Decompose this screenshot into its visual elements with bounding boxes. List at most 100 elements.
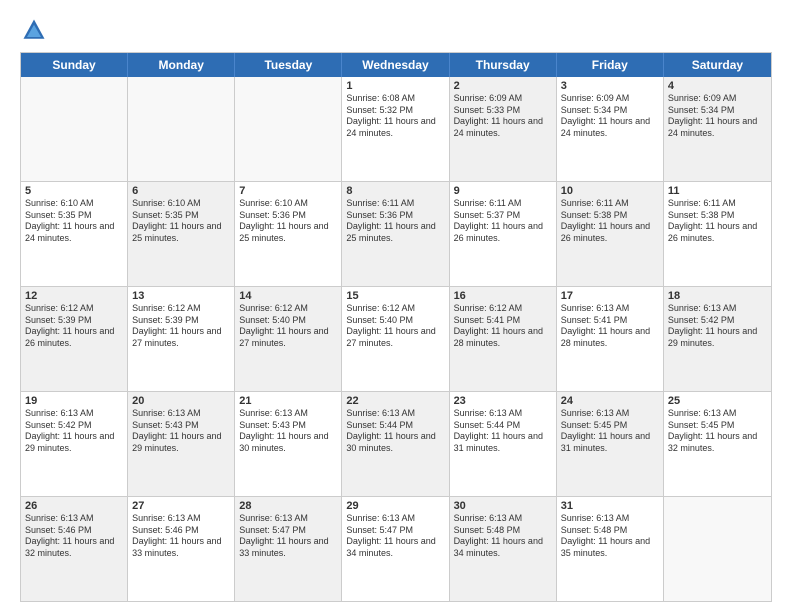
day-number: 15: [346, 290, 444, 302]
day-info: Sunrise: 6:12 AM Sunset: 5:39 PM Dayligh…: [132, 303, 230, 350]
day-info: Sunrise: 6:13 AM Sunset: 5:41 PM Dayligh…: [561, 303, 659, 350]
page: SundayMondayTuesdayWednesdayThursdayFrid…: [0, 0, 792, 612]
day-number: 6: [132, 185, 230, 197]
day-number: 19: [25, 395, 123, 407]
calendar-cell: 30Sunrise: 6:13 AM Sunset: 5:48 PM Dayli…: [450, 497, 557, 601]
weekday-header: Wednesday: [342, 53, 449, 77]
calendar-cell: 3Sunrise: 6:09 AM Sunset: 5:34 PM Daylig…: [557, 77, 664, 181]
logo: [20, 16, 52, 44]
calendar-cell: 4Sunrise: 6:09 AM Sunset: 5:34 PM Daylig…: [664, 77, 771, 181]
day-info: Sunrise: 6:13 AM Sunset: 5:45 PM Dayligh…: [668, 408, 767, 455]
calendar-cell: 2Sunrise: 6:09 AM Sunset: 5:33 PM Daylig…: [450, 77, 557, 181]
day-info: Sunrise: 6:13 AM Sunset: 5:47 PM Dayligh…: [239, 513, 337, 560]
day-info: Sunrise: 6:12 AM Sunset: 5:40 PM Dayligh…: [239, 303, 337, 350]
calendar: SundayMondayTuesdayWednesdayThursdayFrid…: [20, 52, 772, 602]
weekday-header: Thursday: [450, 53, 557, 77]
day-number: 1: [346, 80, 444, 92]
header: [20, 16, 772, 44]
calendar-cell: 11Sunrise: 6:11 AM Sunset: 5:38 PM Dayli…: [664, 182, 771, 286]
day-number: 24: [561, 395, 659, 407]
day-number: 14: [239, 290, 337, 302]
calendar-row: 26Sunrise: 6:13 AM Sunset: 5:46 PM Dayli…: [21, 497, 771, 601]
day-number: 22: [346, 395, 444, 407]
calendar-cell: 18Sunrise: 6:13 AM Sunset: 5:42 PM Dayli…: [664, 287, 771, 391]
calendar-row: 1Sunrise: 6:08 AM Sunset: 5:32 PM Daylig…: [21, 77, 771, 182]
day-info: Sunrise: 6:08 AM Sunset: 5:32 PM Dayligh…: [346, 93, 444, 140]
weekday-header: Sunday: [21, 53, 128, 77]
calendar-cell: [235, 77, 342, 181]
day-number: 21: [239, 395, 337, 407]
calendar-cell: 23Sunrise: 6:13 AM Sunset: 5:44 PM Dayli…: [450, 392, 557, 496]
day-number: 29: [346, 500, 444, 512]
calendar-cell: 7Sunrise: 6:10 AM Sunset: 5:36 PM Daylig…: [235, 182, 342, 286]
day-info: Sunrise: 6:11 AM Sunset: 5:36 PM Dayligh…: [346, 198, 444, 245]
day-number: 12: [25, 290, 123, 302]
day-number: 28: [239, 500, 337, 512]
calendar-cell: 28Sunrise: 6:13 AM Sunset: 5:47 PM Dayli…: [235, 497, 342, 601]
day-number: 8: [346, 185, 444, 197]
calendar-cell: 27Sunrise: 6:13 AM Sunset: 5:46 PM Dayli…: [128, 497, 235, 601]
calendar-header: SundayMondayTuesdayWednesdayThursdayFrid…: [21, 53, 771, 77]
day-number: 16: [454, 290, 552, 302]
calendar-cell: 9Sunrise: 6:11 AM Sunset: 5:37 PM Daylig…: [450, 182, 557, 286]
day-info: Sunrise: 6:11 AM Sunset: 5:37 PM Dayligh…: [454, 198, 552, 245]
day-number: 23: [454, 395, 552, 407]
calendar-cell: 12Sunrise: 6:12 AM Sunset: 5:39 PM Dayli…: [21, 287, 128, 391]
calendar-row: 19Sunrise: 6:13 AM Sunset: 5:42 PM Dayli…: [21, 392, 771, 497]
calendar-cell: 26Sunrise: 6:13 AM Sunset: 5:46 PM Dayli…: [21, 497, 128, 601]
day-info: Sunrise: 6:13 AM Sunset: 5:44 PM Dayligh…: [346, 408, 444, 455]
day-number: 11: [668, 185, 767, 197]
day-number: 9: [454, 185, 552, 197]
calendar-cell: 15Sunrise: 6:12 AM Sunset: 5:40 PM Dayli…: [342, 287, 449, 391]
calendar-row: 12Sunrise: 6:12 AM Sunset: 5:39 PM Dayli…: [21, 287, 771, 392]
calendar-cell: [128, 77, 235, 181]
calendar-cell: 31Sunrise: 6:13 AM Sunset: 5:48 PM Dayli…: [557, 497, 664, 601]
day-info: Sunrise: 6:09 AM Sunset: 5:33 PM Dayligh…: [454, 93, 552, 140]
day-info: Sunrise: 6:09 AM Sunset: 5:34 PM Dayligh…: [668, 93, 767, 140]
day-info: Sunrise: 6:12 AM Sunset: 5:41 PM Dayligh…: [454, 303, 552, 350]
day-number: 7: [239, 185, 337, 197]
day-info: Sunrise: 6:13 AM Sunset: 5:48 PM Dayligh…: [561, 513, 659, 560]
calendar-cell: 13Sunrise: 6:12 AM Sunset: 5:39 PM Dayli…: [128, 287, 235, 391]
logo-icon: [20, 16, 48, 44]
day-info: Sunrise: 6:13 AM Sunset: 5:42 PM Dayligh…: [668, 303, 767, 350]
calendar-cell: 24Sunrise: 6:13 AM Sunset: 5:45 PM Dayli…: [557, 392, 664, 496]
day-number: 4: [668, 80, 767, 92]
day-info: Sunrise: 6:12 AM Sunset: 5:39 PM Dayligh…: [25, 303, 123, 350]
day-number: 26: [25, 500, 123, 512]
calendar-cell: 10Sunrise: 6:11 AM Sunset: 5:38 PM Dayli…: [557, 182, 664, 286]
calendar-cell: 21Sunrise: 6:13 AM Sunset: 5:43 PM Dayli…: [235, 392, 342, 496]
day-number: 3: [561, 80, 659, 92]
weekday-header: Monday: [128, 53, 235, 77]
calendar-cell: [664, 497, 771, 601]
calendar-body: 1Sunrise: 6:08 AM Sunset: 5:32 PM Daylig…: [21, 77, 771, 601]
day-info: Sunrise: 6:13 AM Sunset: 5:46 PM Dayligh…: [25, 513, 123, 560]
calendar-cell: 22Sunrise: 6:13 AM Sunset: 5:44 PM Dayli…: [342, 392, 449, 496]
day-info: Sunrise: 6:12 AM Sunset: 5:40 PM Dayligh…: [346, 303, 444, 350]
calendar-cell: 29Sunrise: 6:13 AM Sunset: 5:47 PM Dayli…: [342, 497, 449, 601]
day-info: Sunrise: 6:10 AM Sunset: 5:35 PM Dayligh…: [132, 198, 230, 245]
day-number: 25: [668, 395, 767, 407]
day-info: Sunrise: 6:13 AM Sunset: 5:43 PM Dayligh…: [132, 408, 230, 455]
calendar-cell: 1Sunrise: 6:08 AM Sunset: 5:32 PM Daylig…: [342, 77, 449, 181]
calendar-row: 5Sunrise: 6:10 AM Sunset: 5:35 PM Daylig…: [21, 182, 771, 287]
day-info: Sunrise: 6:13 AM Sunset: 5:42 PM Dayligh…: [25, 408, 123, 455]
day-number: 20: [132, 395, 230, 407]
day-info: Sunrise: 6:10 AM Sunset: 5:36 PM Dayligh…: [239, 198, 337, 245]
day-number: 17: [561, 290, 659, 302]
weekday-header: Friday: [557, 53, 664, 77]
weekday-header: Saturday: [664, 53, 771, 77]
day-number: 5: [25, 185, 123, 197]
day-info: Sunrise: 6:13 AM Sunset: 5:48 PM Dayligh…: [454, 513, 552, 560]
day-info: Sunrise: 6:13 AM Sunset: 5:44 PM Dayligh…: [454, 408, 552, 455]
calendar-cell: 14Sunrise: 6:12 AM Sunset: 5:40 PM Dayli…: [235, 287, 342, 391]
calendar-cell: 5Sunrise: 6:10 AM Sunset: 5:35 PM Daylig…: [21, 182, 128, 286]
day-number: 27: [132, 500, 230, 512]
day-info: Sunrise: 6:09 AM Sunset: 5:34 PM Dayligh…: [561, 93, 659, 140]
day-number: 10: [561, 185, 659, 197]
day-number: 18: [668, 290, 767, 302]
day-info: Sunrise: 6:10 AM Sunset: 5:35 PM Dayligh…: [25, 198, 123, 245]
calendar-cell: [21, 77, 128, 181]
calendar-cell: 20Sunrise: 6:13 AM Sunset: 5:43 PM Dayli…: [128, 392, 235, 496]
calendar-cell: 16Sunrise: 6:12 AM Sunset: 5:41 PM Dayli…: [450, 287, 557, 391]
